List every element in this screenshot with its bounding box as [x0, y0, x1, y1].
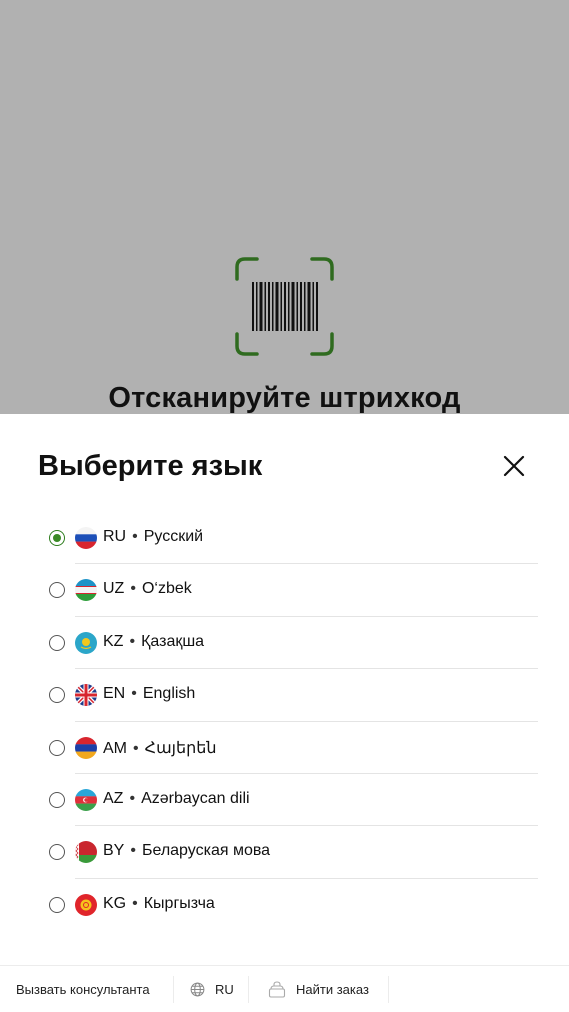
radio-button[interactable]: [49, 582, 65, 599]
footer-divider: [173, 976, 174, 1003]
separator-dot: •: [129, 789, 136, 807]
radio-button[interactable]: [49, 844, 65, 861]
language-code: AZ: [103, 789, 124, 807]
close-icon: [503, 455, 525, 477]
separator-dot: •: [132, 894, 138, 912]
language-option-en[interactable]: EN • English: [0, 669, 569, 722]
radio-button[interactable]: [49, 634, 65, 651]
language-option-kz[interactable]: KZ • Қазақша: [0, 617, 569, 670]
language-option-az[interactable]: AZ • Azərbaycan dili: [0, 774, 569, 827]
radio-button[interactable]: [49, 791, 65, 808]
separator-dot: •: [130, 842, 136, 860]
barcode-icon: [235, 257, 334, 356]
separator-dot: •: [129, 632, 136, 650]
separator-dot: •: [133, 739, 139, 757]
scanner-overlay: Отсканируйте штрихкод: [0, 0, 569, 414]
language-code: KG: [103, 894, 127, 912]
language-code: EN: [103, 685, 126, 703]
belarus-flag-icon: [75, 841, 97, 864]
radio-button[interactable]: [49, 739, 65, 756]
russia-flag-icon: [75, 527, 97, 549]
language-option-by[interactable]: BY • Беларуская мова: [0, 826, 569, 879]
language-option-am[interactable]: AM • Հայերեն: [0, 722, 569, 774]
azerbaijan-flag-icon: [75, 788, 97, 811]
language-switch-button[interactable]: RU: [190, 966, 234, 1012]
find-order-button[interactable]: Найти заказ: [268, 966, 369, 1012]
sheet-title: Выберите язык: [38, 450, 263, 482]
language-code: AM: [103, 739, 127, 757]
footer-bar: Вызвать консультанта RU Найти заказ: [0, 965, 569, 1012]
footer-divider: [248, 976, 249, 1003]
language-sheet: Выберите язык RU • Русский UZ • O‘zbek K…: [0, 414, 569, 1012]
separator-dot: •: [130, 580, 136, 598]
language-option-kg[interactable]: KG • Кыргызча: [0, 879, 569, 931]
language-name: Русский: [143, 528, 204, 545]
call-consultant-button[interactable]: Вызвать консультанта: [16, 966, 150, 1012]
radio-button[interactable]: [49, 687, 65, 704]
language-code: RU: [103, 528, 127, 545]
language-name: Հայերեն: [144, 739, 217, 757]
scan-instruction-title: Отсканируйте штрихкод: [108, 382, 461, 414]
kazakhstan-flag-icon: [75, 631, 97, 654]
radio-button[interactable]: [49, 896, 65, 913]
close-button[interactable]: [498, 450, 530, 482]
language-name: O‘zbek: [141, 580, 192, 598]
language-code: KZ: [103, 632, 124, 650]
language-option-uz[interactable]: UZ • O‘zbek: [0, 564, 569, 617]
language-name: Қазақша: [141, 632, 205, 650]
uk-flag-icon: [75, 684, 97, 707]
language-code: UZ: [103, 580, 125, 598]
separator-dot: •: [132, 528, 138, 545]
kyrgyzstan-flag-icon: [75, 893, 97, 916]
language-name: Беларуская мова: [141, 842, 271, 860]
find-order-label: Найти заказ: [296, 982, 369, 997]
language-name: Azərbaycan dili: [141, 789, 250, 807]
bag-icon: [268, 981, 286, 998]
language-option-ru[interactable]: RU • Русский: [0, 512, 569, 565]
language-list: RU • Русский UZ • O‘zbek KZ • Қазақша EN…: [0, 512, 569, 931]
language-switch-label: RU: [215, 982, 234, 997]
barcode-scan-frame: [235, 257, 334, 356]
call-consultant-label: Вызвать консультанта: [16, 982, 150, 997]
language-name: English: [142, 685, 196, 703]
radio-button[interactable]: [49, 530, 65, 546]
armenia-flag-icon: [75, 736, 97, 759]
uzbekistan-flag-icon: [75, 579, 97, 602]
footer-divider: [388, 976, 389, 1003]
language-code: BY: [103, 842, 125, 860]
separator-dot: •: [131, 685, 137, 703]
language-name: Кыргызча: [143, 894, 215, 912]
globe-icon: [190, 982, 205, 997]
